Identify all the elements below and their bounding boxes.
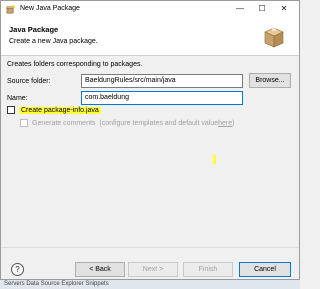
generate-comments-hint-suffix: ) bbox=[232, 119, 235, 127]
source-folder-label: Source folder: bbox=[7, 78, 51, 85]
title-bar: New Java Package — ☐ ✕ bbox=[1, 1, 299, 18]
back-button[interactable]: < Back bbox=[75, 262, 125, 277]
browse-button[interactable]: Browse... bbox=[249, 73, 291, 88]
create-package-info-checkbox[interactable] bbox=[7, 106, 15, 114]
configure-templates-link[interactable]: here bbox=[218, 120, 232, 127]
body-description: Creates folders corresponding to package… bbox=[7, 61, 143, 68]
wizard-description: Create a new Java package. bbox=[9, 38, 98, 45]
name-label: Name: bbox=[7, 95, 28, 102]
maximize-button[interactable]: ☐ bbox=[255, 3, 269, 15]
source-folder-field[interactable]: BaeldungRules/src/main/java bbox=[81, 74, 243, 88]
finish-button: Finish bbox=[183, 262, 233, 277]
wizard-title: Java Package bbox=[9, 25, 59, 34]
new-java-package-dialog: New Java Package — ☐ ✕ Java Package Crea… bbox=[0, 0, 300, 280]
close-button[interactable]: ✕ bbox=[277, 3, 291, 15]
footer-separator bbox=[1, 247, 299, 248]
new-package-icon bbox=[6, 5, 15, 14]
generate-comments-checkbox bbox=[20, 119, 28, 127]
package-name-field[interactable]: com.baeldung bbox=[81, 91, 243, 105]
generate-comments-label: Generate comments bbox=[32, 119, 96, 127]
minimize-button[interactable]: — bbox=[233, 3, 247, 15]
wizard-body: Creates folders corresponding to package… bbox=[1, 57, 299, 247]
yellow-marker bbox=[213, 155, 216, 164]
generate-comments-hint-prefix: (configure templates and default value bbox=[99, 119, 219, 127]
cancel-button[interactable]: Cancel bbox=[239, 262, 291, 277]
window-title: New Java Package bbox=[20, 5, 80, 12]
background-tabs-strip: Servers Data Source Explorer Snippets bbox=[0, 280, 300, 289]
package-wizard-icon bbox=[264, 26, 284, 48]
create-package-info-row[interactable]: Create package-info.java bbox=[7, 105, 101, 115]
help-icon[interactable]: ? bbox=[11, 263, 24, 276]
create-package-info-label: Create package-info.java bbox=[19, 106, 101, 114]
next-button: Next > bbox=[128, 262, 178, 277]
wizard-header: Java Package Create a new Java package. bbox=[1, 18, 299, 56]
generate-comments-row: Generate comments (configure templates a… bbox=[20, 118, 234, 128]
